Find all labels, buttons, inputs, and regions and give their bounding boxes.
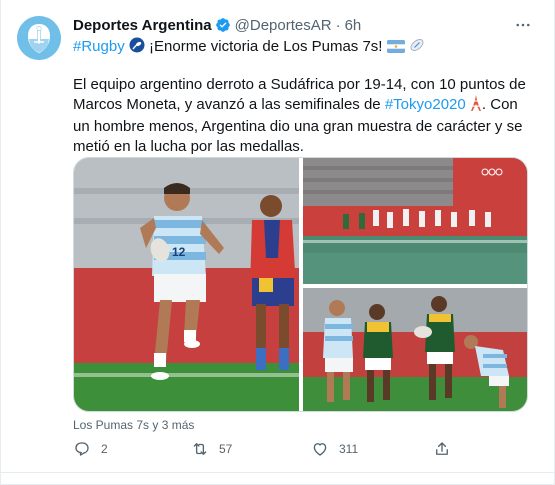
tweet-timestamp[interactable]: 6h (345, 17, 362, 34)
argentina-flag-icon (386, 39, 405, 59)
author-handle[interactable]: @DeportesAR (235, 17, 332, 34)
heart-icon (313, 443, 327, 456)
tweet-card[interactable]: Deportes Argentina @DeportesAR · 6h #Rug… (0, 0, 555, 485)
reply-button[interactable]: 2 (73, 440, 108, 458)
reply-icon (75, 442, 89, 456)
media-grid: 12 (73, 157, 528, 412)
avatar[interactable] (17, 16, 61, 60)
retweet-icon (193, 443, 207, 455)
like-button[interactable]: 311 (311, 440, 358, 458)
tagged-people[interactable]: Los Pumas 7s y 3 más (73, 418, 194, 432)
svg-text:12: 12 (172, 245, 186, 259)
tokyo-tower-emoji-icon (470, 95, 482, 117)
photo-tackle-action[interactable] (303, 288, 527, 411)
share-button[interactable] (433, 440, 461, 458)
tweet-actions: 2 57 311 (73, 440, 533, 464)
rugby-player-emoji-icon (129, 37, 145, 59)
separator-dot: · (335, 16, 341, 34)
share-icon (436, 442, 448, 455)
hashtag-tokyo2020[interactable]: #Tokyo2020 (385, 96, 466, 113)
argentina-crest-icon (17, 16, 61, 60)
retweet-count: 57 (219, 442, 233, 456)
headline-text: ¡Enorme victoria de Los Pumas 7s! (149, 38, 383, 55)
reply-count: 2 (101, 442, 108, 456)
photo-player-running[interactable]: 12 (74, 158, 299, 411)
tweet-header: Deportes Argentina @DeportesAR · 6h (73, 14, 514, 36)
rugby-ball-icon (409, 37, 425, 59)
photo-stadium-wide[interactable] (303, 158, 527, 284)
more-options-icon[interactable] (512, 14, 534, 36)
tweet-body: El equipo argentino derroto a Sudáfrica … (73, 75, 533, 157)
like-count: 311 (339, 442, 359, 456)
retweet-button[interactable]: 57 (191, 440, 232, 458)
divider (1, 472, 555, 473)
tweet-headline: #Rugby ¡Enorme victoria de Los Pumas 7s! (73, 37, 533, 59)
verified-badge-icon (215, 17, 231, 33)
author-name[interactable]: Deportes Argentina (73, 17, 212, 34)
hashtag-rugby[interactable]: #Rugby (73, 38, 125, 55)
